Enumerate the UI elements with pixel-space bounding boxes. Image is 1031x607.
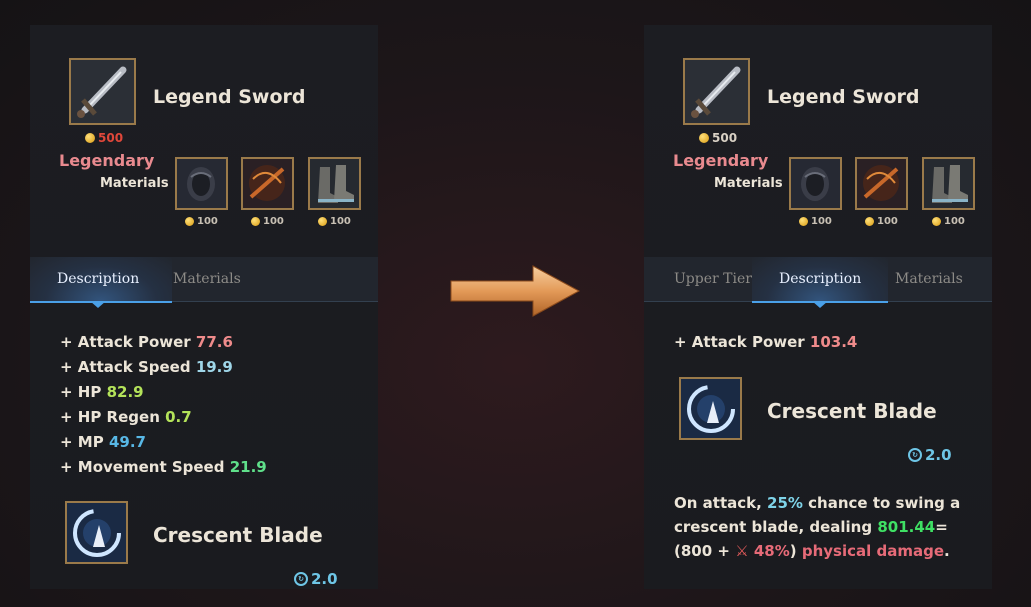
materials-label: Materials	[714, 176, 783, 191]
stat-label: + Attack Speed	[60, 358, 191, 376]
desc-text: On attack,	[674, 494, 768, 512]
tab-bar: Upper Tier Description Materials	[644, 257, 992, 308]
rarity-label: Legendary	[59, 151, 155, 170]
material-price: 100	[865, 216, 898, 227]
material-price-value: 100	[877, 216, 898, 227]
item-panel-left: Legend Sword 500 Legendary Materials 100…	[30, 25, 378, 589]
crescent-blade-skill-icon[interactable]	[65, 501, 128, 564]
boots-icon[interactable]	[922, 157, 975, 210]
tab-description[interactable]: Description	[57, 271, 139, 287]
desc-text: .	[944, 542, 950, 560]
stat-value: 0.7	[165, 408, 192, 426]
stat-label: + HP	[60, 383, 102, 401]
tab-bar: Description Materials	[30, 257, 378, 308]
skill-description: On attack, 25% chance to swing a crescen…	[674, 491, 974, 563]
desc-damage: 801.44	[877, 518, 936, 536]
tab-upper-tier[interactable]: Upper Tier	[674, 271, 752, 287]
desc-text: )	[789, 542, 802, 560]
stat-line: + HP 82.9	[60, 383, 144, 401]
item-panel-right: Legend Sword 500 Legendary Materials 100…	[644, 25, 992, 589]
item-price: 500	[699, 131, 737, 145]
item-name: Legend Sword	[767, 86, 920, 108]
crossbow-icon[interactable]	[855, 157, 908, 210]
item-price-value: 500	[712, 131, 738, 145]
skill-name: Crescent Blade	[153, 523, 323, 547]
boots-icon[interactable]	[308, 157, 361, 210]
desc-damage-type: physical damage	[801, 542, 945, 560]
item-price-value: 500	[98, 131, 124, 145]
cooldown-icon: ↻	[908, 448, 922, 462]
material-price: 100	[185, 216, 218, 227]
stat-value: 82.9	[106, 383, 144, 401]
skill-name: Crescent Blade	[767, 399, 937, 423]
tab-pointer-icon	[812, 301, 828, 308]
tab-materials[interactable]: Materials	[895, 271, 963, 287]
stat-line: + Attack Speed 19.9	[60, 358, 233, 376]
material-price-value: 100	[811, 216, 832, 227]
material-price-value: 100	[197, 216, 218, 227]
material-price-value: 100	[330, 216, 351, 227]
stat-value: 19.9	[195, 358, 233, 376]
stat-label: + MP	[60, 433, 104, 451]
crescent-blade-skill-icon[interactable]	[679, 377, 742, 440]
stat-label: + Movement Speed	[60, 458, 225, 476]
item-price: 500	[85, 131, 123, 145]
skill-cooldown: ↻ 2.0	[908, 446, 952, 464]
material-price: 100	[318, 216, 351, 227]
stat-label: + Attack Power	[60, 333, 191, 351]
material-price: 100	[932, 216, 965, 227]
orb-icon[interactable]	[175, 157, 228, 210]
tab-pointer-icon	[90, 301, 106, 308]
attack-power-icon: ⚔︎	[735, 542, 754, 560]
sword-icon[interactable]	[683, 58, 750, 125]
tab-description[interactable]: Description	[779, 271, 861, 287]
stat-line: + Attack Power 103.4	[674, 333, 857, 351]
materials-label: Materials	[100, 176, 169, 191]
coin-icon	[932, 217, 941, 226]
desc-chance: 25%	[767, 494, 803, 512]
stat-line: + Attack Power 77.6	[60, 333, 233, 351]
stat-label: + HP Regen	[60, 408, 160, 426]
coin-icon	[318, 217, 327, 226]
desc-scale: 48%	[753, 542, 790, 560]
tab-materials[interactable]: Materials	[173, 271, 241, 287]
coin-icon	[699, 133, 709, 143]
orb-icon[interactable]	[789, 157, 842, 210]
stat-line: + HP Regen 0.7	[60, 408, 192, 426]
item-name: Legend Sword	[153, 86, 306, 108]
rarity-label: Legendary	[673, 151, 769, 170]
sword-icon[interactable]	[69, 58, 136, 125]
material-price: 100	[799, 216, 832, 227]
coin-icon	[799, 217, 808, 226]
material-price-value: 100	[263, 216, 284, 227]
stat-value: 77.6	[195, 333, 233, 351]
crossbow-icon[interactable]	[241, 157, 294, 210]
coin-icon	[251, 217, 260, 226]
stat-value: 21.9	[229, 458, 267, 476]
cooldown-value: 2.0	[311, 570, 338, 588]
stat-value: 103.4	[809, 333, 858, 351]
coin-icon	[865, 217, 874, 226]
cooldown-value: 2.0	[925, 446, 952, 464]
stat-line: + Movement Speed 21.9	[60, 458, 267, 476]
stat-line: + MP 49.7	[60, 433, 146, 451]
coin-icon	[85, 133, 95, 143]
material-price: 100	[251, 216, 284, 227]
stat-label: + Attack Power	[674, 333, 805, 351]
stat-value: 49.7	[108, 433, 146, 451]
coin-icon	[185, 217, 194, 226]
skill-cooldown: ↻ 2.0	[294, 570, 338, 588]
right-arrow-icon	[450, 265, 581, 317]
material-price-value: 100	[944, 216, 965, 227]
cooldown-icon: ↻	[294, 572, 308, 586]
